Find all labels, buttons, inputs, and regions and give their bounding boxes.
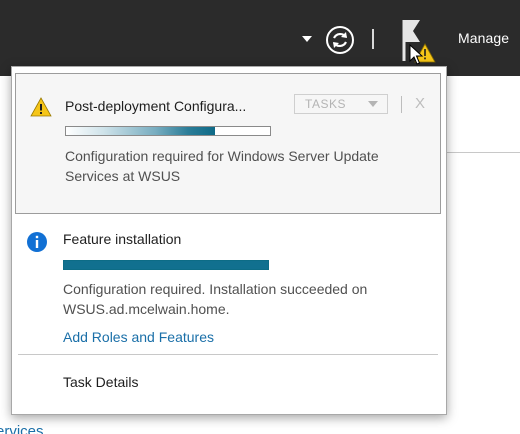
progress-bar xyxy=(65,126,271,136)
notifications-panel: Post-deployment Configura... TASKS X Con… xyxy=(11,66,447,415)
info-icon xyxy=(27,232,47,252)
top-toolbar: Manage xyxy=(0,0,520,76)
dismiss-notification-button[interactable]: X xyxy=(412,95,428,113)
progress-bar xyxy=(63,260,269,270)
panel-divider xyxy=(18,354,438,355)
chevron-down-icon xyxy=(368,101,378,107)
notification-description: Configuration required. Installation suc… xyxy=(63,281,368,317)
notification-title: Feature installation xyxy=(63,231,182,247)
tasks-separator xyxy=(401,96,402,113)
progress-bar-fill xyxy=(64,261,268,269)
tasks-dropdown-button[interactable]: TASKS xyxy=(294,94,388,114)
toolbar-divider xyxy=(372,29,374,49)
notification-title: Post-deployment Configura... xyxy=(65,98,247,114)
chevron-down-icon[interactable] xyxy=(302,36,312,42)
notification-post-deployment: Post-deployment Configura... TASKS X Con… xyxy=(15,73,441,214)
tasks-label: TASKS xyxy=(305,97,346,111)
notification-description: Configuration required for Windows Serve… xyxy=(65,148,379,184)
task-details-link[interactable]: Task Details xyxy=(63,374,138,390)
manage-menu[interactable]: Manage xyxy=(458,30,509,46)
background-divider xyxy=(440,152,520,153)
progress-bar-fill xyxy=(66,127,215,135)
add-roles-features-link[interactable]: Add Roles and Features xyxy=(63,329,214,345)
refresh-icon[interactable] xyxy=(325,25,355,55)
notification-flag-icon[interactable] xyxy=(400,17,440,65)
warning-icon xyxy=(30,97,52,117)
